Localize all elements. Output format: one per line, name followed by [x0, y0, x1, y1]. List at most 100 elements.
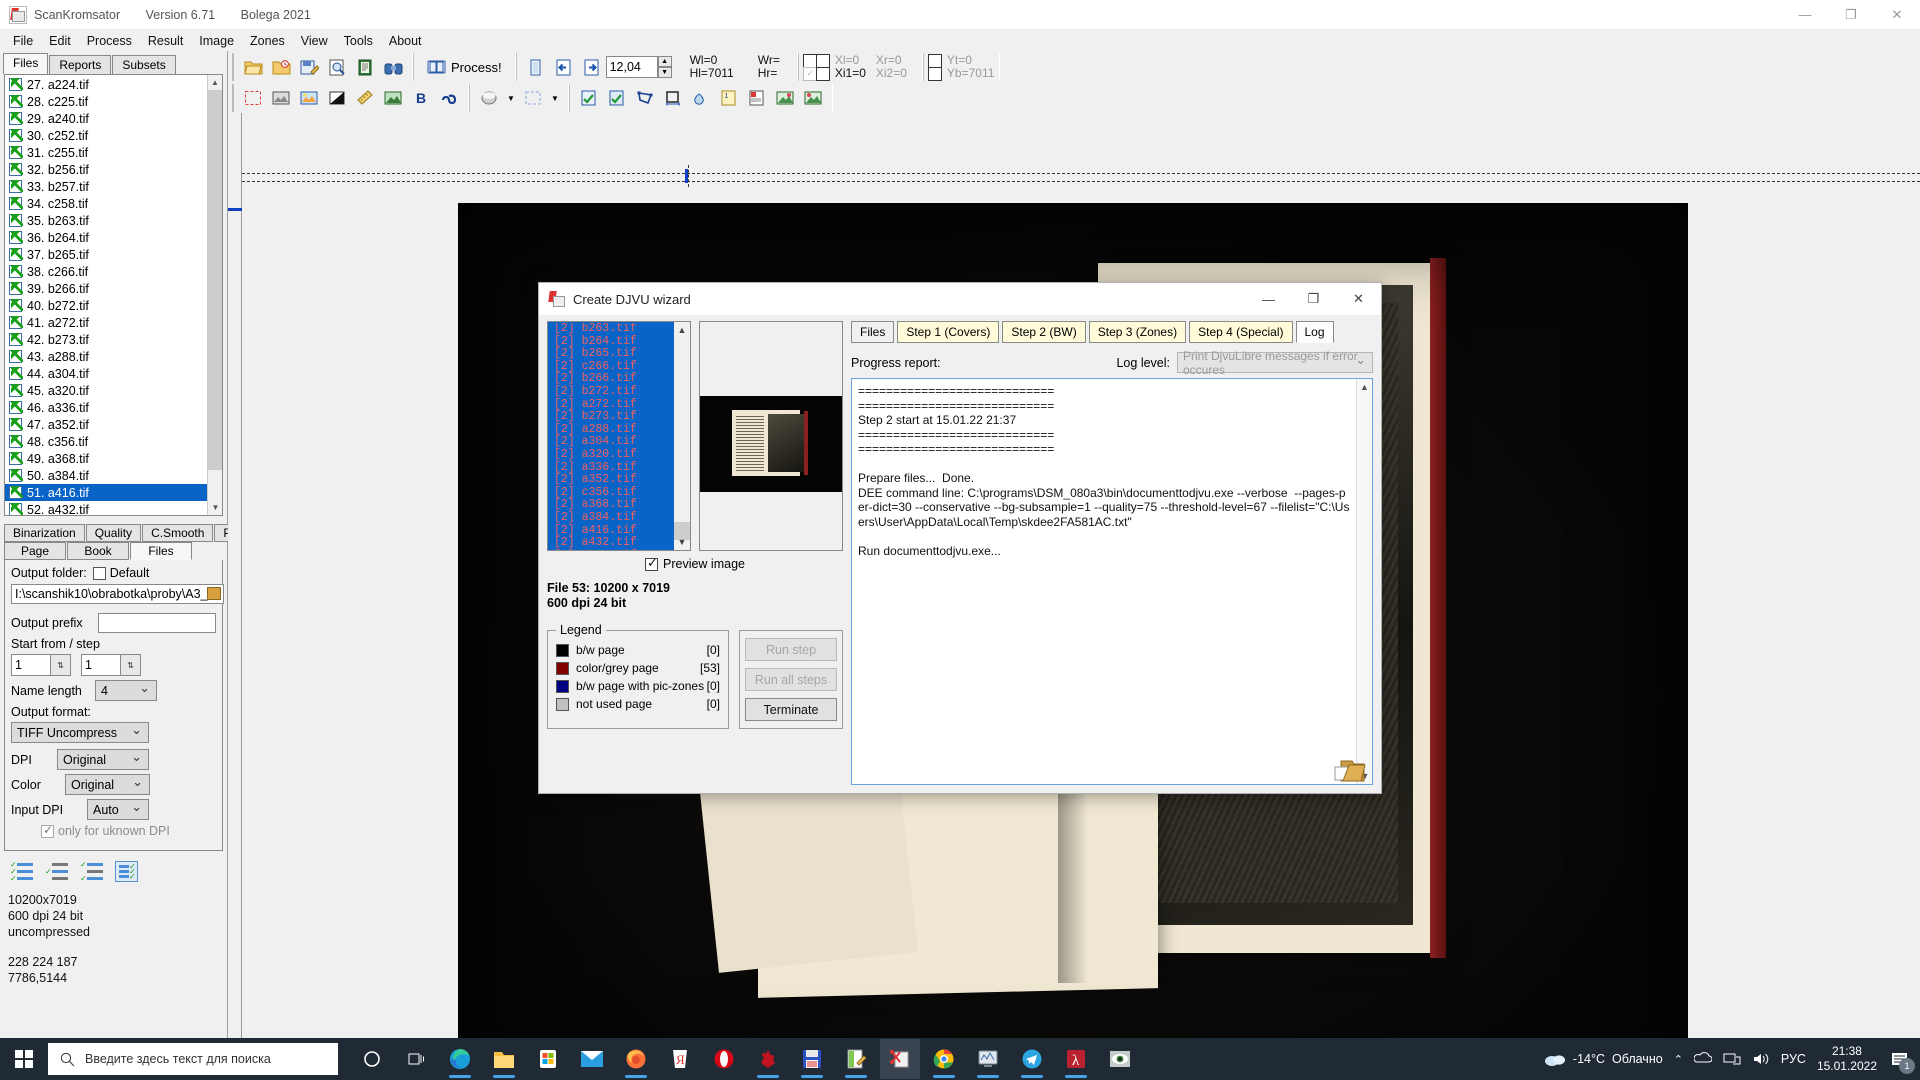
start-from-spin-icon[interactable]: ⇅ — [50, 655, 70, 675]
language-indicator[interactable]: РУС — [1781, 1052, 1806, 1066]
file-list-item[interactable]: 38. c266.tif — [5, 263, 207, 280]
log-scroll-up-icon[interactable]: ▲ — [1357, 379, 1372, 395]
file-list[interactable]: 27. a224.tif 28. c225.tif 29. a240.tif 30. … — [4, 74, 223, 516]
file-checkbox-icon[interactable] — [9, 129, 23, 142]
link-icon[interactable] — [436, 85, 462, 111]
log-level-select[interactable]: Print DjvuLibre messages if error occure… — [1177, 349, 1373, 377]
input-dpi-select[interactable]: Auto — [87, 799, 149, 820]
wizard-tab-step3[interactable]: Step 3 (Zones) — [1088, 321, 1187, 343]
weather-widget[interactable]: -14°C Облачно — [1544, 1051, 1663, 1067]
file-checkbox-icon[interactable] — [9, 350, 23, 363]
wizard-tab-files[interactable]: Files — [851, 321, 895, 343]
zoom-up-icon[interactable]: ▲ — [657, 56, 672, 67]
file-list-item[interactable]: 37. b265.tif — [5, 246, 207, 263]
preview-image-checkbox[interactable] — [645, 555, 658, 571]
file-checkbox-icon[interactable] — [9, 333, 23, 346]
resize-box-icon[interactable] — [660, 85, 686, 111]
start-button[interactable] — [0, 1038, 48, 1080]
maximize-button[interactable]: ❐ — [1828, 0, 1874, 30]
tab-files[interactable]: Files — [3, 53, 49, 74]
volume-icon[interactable] — [1752, 1051, 1770, 1067]
run-step-button[interactable]: Run step — [745, 638, 837, 661]
tab-csmooth[interactable]: C.Smooth — [142, 524, 214, 542]
file-checkbox-icon[interactable] — [9, 265, 23, 278]
djvu-file-list-item[interactable]: [2] b273.tif — [548, 411, 674, 424]
eye-viewer-icon[interactable] — [1100, 1039, 1140, 1079]
file-checkbox-icon[interactable] — [9, 418, 23, 431]
file-checkbox-icon[interactable] — [9, 503, 23, 515]
file-list-item[interactable]: 36. b264.tif — [5, 229, 207, 246]
file-list-item[interactable]: 27. a224.tif — [5, 76, 207, 93]
menu-item-image[interactable]: Image — [191, 32, 242, 50]
color-select[interactable]: Original — [65, 774, 150, 795]
binoculars-icon[interactable] — [380, 54, 406, 80]
microsoft-edge-icon[interactable] — [440, 1039, 480, 1079]
scroll-up-icon[interactable]: ▲ — [208, 75, 222, 90]
file-list-item[interactable]: 45. a320.tif — [5, 382, 207, 399]
default-checkbox[interactable] — [92, 566, 106, 580]
marquee-select-icon[interactable] — [520, 85, 546, 111]
greyscale-image-icon[interactable] — [268, 85, 294, 111]
dialog-minimize-button[interactable]: — — [1246, 283, 1291, 315]
guide-handle-top[interactable] — [685, 169, 688, 183]
yandex-browser-icon[interactable]: Я — [660, 1039, 700, 1079]
gradient-sphere-icon[interactable] — [476, 85, 502, 111]
taskbar-clock[interactable]: 21:38 15.01.2022 — [1817, 1044, 1877, 1074]
djvu-list-scrollbar[interactable]: ▲ ▼ — [674, 322, 690, 550]
zoom-down-icon[interactable]: ▼ — [657, 67, 672, 78]
y-split-icon[interactable] — [928, 53, 943, 81]
bw-contrast-icon[interactable] — [324, 85, 350, 111]
file-checkbox-icon[interactable] — [9, 180, 23, 193]
djvu-scroll-down-icon[interactable]: ▼ — [674, 534, 690, 550]
file-list-item[interactable]: 33. b257.tif — [5, 178, 207, 195]
telegram-icon[interactable] — [1012, 1039, 1052, 1079]
file-checkbox-icon[interactable] — [9, 112, 23, 125]
name-length-select[interactable]: 4 — [95, 680, 157, 701]
save-floppy-icon[interactable] — [792, 1039, 832, 1079]
tab-reports[interactable]: Reports — [49, 55, 112, 74]
file-list-item[interactable]: 39. b266.tif — [5, 280, 207, 297]
file-checkbox-icon[interactable] — [9, 214, 23, 227]
cortana-icon[interactable] — [352, 1039, 392, 1079]
preview-image-checkbox-row[interactable]: Preview image — [547, 555, 843, 571]
file-list-item[interactable]: 49. a368.tif — [5, 450, 207, 467]
menu-item-view[interactable]: View — [293, 32, 336, 50]
menu-item-about[interactable]: About — [381, 32, 430, 50]
ruler-icon[interactable] — [352, 85, 378, 111]
firefox-icon[interactable] — [616, 1039, 656, 1079]
file-list-item[interactable]: 43. a288.tif — [5, 348, 207, 365]
file-checkbox-icon[interactable] — [9, 384, 23, 397]
opera-icon[interactable] — [704, 1039, 744, 1079]
dialog-close-button[interactable]: ✕ — [1336, 283, 1381, 315]
eraser-drop-icon[interactable] — [688, 85, 714, 111]
image-zone-green-icon[interactable] — [772, 85, 798, 111]
menu-item-result[interactable]: Result — [140, 32, 191, 50]
menu-item-edit[interactable]: Edit — [41, 32, 79, 50]
start-from-stepper[interactable]: 1 ⇅ — [11, 654, 71, 676]
djvu-file-list[interactable]: [2] b263.tif [2] b264.tif [2] b265.tif [2] … — [547, 321, 691, 551]
bold-text-icon[interactable]: B — [408, 85, 434, 111]
select-region-icon[interactable] — [240, 85, 266, 111]
network-icon[interactable] — [1723, 1051, 1741, 1067]
output-prefix-input[interactable] — [98, 613, 216, 633]
file-checkbox-icon[interactable] — [9, 367, 23, 380]
zoom-input[interactable]: 12,04 — [605, 56, 658, 78]
view-mode-mixed-icon[interactable]: ✓ ✓ — [80, 861, 103, 883]
file-checkbox-icon[interactable] — [9, 163, 23, 176]
picture-zone-icon[interactable] — [380, 85, 406, 111]
file-checkbox-icon[interactable] — [9, 401, 23, 414]
menu-item-file[interactable]: File — [5, 32, 41, 50]
system-monitor-icon[interactable] — [968, 1039, 1008, 1079]
page-prev-icon[interactable] — [551, 54, 577, 80]
process-button[interactable]: Process! — [419, 54, 510, 80]
dpi-select[interactable]: Original — [57, 749, 149, 770]
step-stepper[interactable]: 1 ⇅ — [81, 654, 141, 676]
file-list-item[interactable]: 41. a272.tif — [5, 314, 207, 331]
google-chrome-icon[interactable] — [924, 1039, 964, 1079]
mail-icon[interactable] — [572, 1039, 612, 1079]
file-checkbox-icon[interactable] — [9, 469, 23, 482]
djvu-file-list-item[interactable]: [2] a384.tif — [548, 511, 674, 525]
onedrive-tray-icon[interactable] — [1693, 1051, 1712, 1067]
file-list-item[interactable]: 47. a352.tif — [5, 416, 207, 433]
apply-page-icon[interactable] — [576, 85, 602, 111]
